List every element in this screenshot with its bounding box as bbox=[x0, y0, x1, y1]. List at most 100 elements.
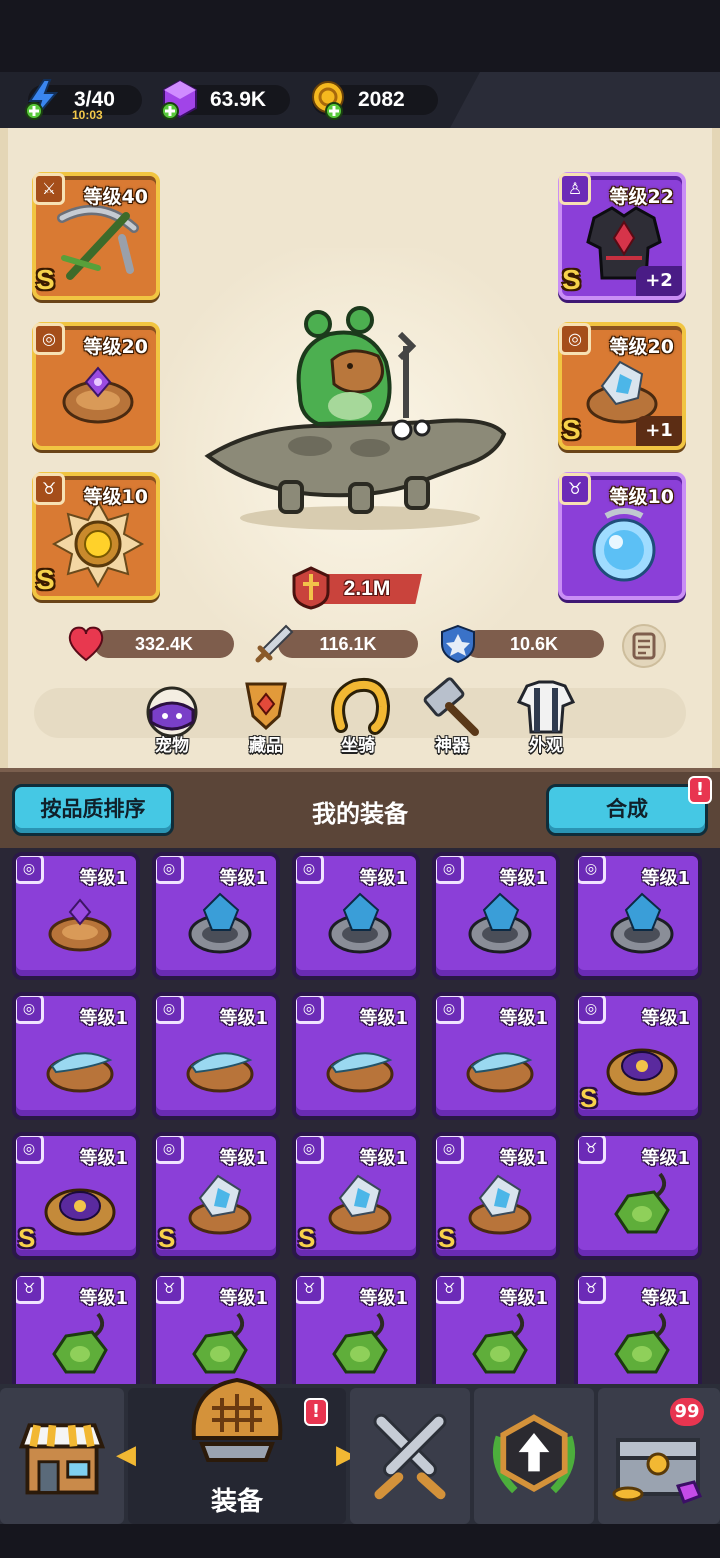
nav-mount[interactable]: 坐骑 bbox=[318, 676, 398, 756]
ring-type-tag: ◎ bbox=[33, 323, 65, 355]
purple-gem-ring-icon bbox=[606, 1048, 678, 1096]
chevron-left-icon: ◀ bbox=[116, 1440, 136, 1470]
nav-outfit-label: 外观 bbox=[529, 736, 563, 756]
purple-gem-ring-icon bbox=[44, 1188, 116, 1236]
equipment-item[interactable]: ◎ 等级1 S bbox=[152, 1132, 280, 1260]
wing-ring-icon bbox=[466, 1052, 534, 1093]
chest-count-badge: 99 bbox=[670, 1398, 704, 1426]
equipment-item[interactable]: ◎ 等级1 S bbox=[574, 992, 702, 1120]
amulet-slot[interactable]: ♉ 等级10 S bbox=[32, 472, 160, 600]
equipment-item[interactable]: ◎ 等级1 S bbox=[432, 1132, 560, 1260]
equipment-item[interactable]: ◎ 等级1 bbox=[432, 852, 560, 980]
coins-counter[interactable]: 2082 bbox=[312, 81, 438, 120]
item-level: 等级1 bbox=[499, 868, 548, 889]
tab-shop[interactable] bbox=[0, 1388, 124, 1524]
item-level: 等级1 bbox=[219, 1148, 268, 1169]
item-rank: S bbox=[298, 1223, 316, 1253]
equipment-item[interactable]: ◎ 等级1 bbox=[432, 992, 560, 1120]
crystal-gold-ring-icon bbox=[468, 1174, 532, 1235]
nav-outfit[interactable]: 外观 bbox=[506, 676, 586, 756]
weapon-slot[interactable]: ⚔ 等级40 S bbox=[32, 172, 160, 300]
tab-chest[interactable]: 99 bbox=[598, 1388, 720, 1524]
equipment-item[interactable]: ◎ 等级1 bbox=[152, 992, 280, 1120]
tab-upgrade[interactable] bbox=[474, 1388, 594, 1524]
sword-icon bbox=[255, 624, 294, 663]
tab-battle[interactable] bbox=[350, 1388, 470, 1524]
item-rank: S bbox=[438, 1223, 456, 1253]
ring-type-tag: ◎ bbox=[296, 1136, 324, 1164]
character-panel: ⚔ 等级40 S ◎ 等级20 ♉ 等级10 S ♙ 等级22 S +2 ◎ 等… bbox=[0, 128, 720, 768]
gems-counter[interactable]: 63.9K bbox=[161, 79, 290, 120]
crystal-gold-ring-icon bbox=[188, 1174, 252, 1235]
armor-slot[interactable]: ♙ 等级22 S +2 bbox=[558, 172, 686, 300]
item-level: 等级1 bbox=[641, 868, 690, 889]
armor-type-tag: ♙ bbox=[559, 173, 591, 205]
slot-level: 等级40 bbox=[83, 186, 148, 208]
wing-ring-icon bbox=[326, 1052, 394, 1093]
orb-amulet-icon bbox=[592, 508, 656, 582]
equipment-item[interactable]: ♉ 等级1 bbox=[432, 1272, 560, 1384]
ring-type-tag: ◎ bbox=[559, 323, 591, 355]
nav-collection[interactable]: 藏品 bbox=[226, 676, 306, 756]
item-level: 等级1 bbox=[79, 1288, 128, 1309]
hp-value: 332.4K bbox=[134, 634, 194, 654]
amulet-type-tag: ♉ bbox=[436, 1276, 464, 1304]
ring-type-tag: ◎ bbox=[296, 856, 324, 884]
equipment-item[interactable]: ♉ 等级1 bbox=[12, 1272, 140, 1384]
upgrade-arrow-icon bbox=[492, 1414, 576, 1494]
amulet-type-tag: ♉ bbox=[156, 1276, 184, 1304]
stats-detail-button[interactable] bbox=[622, 624, 666, 668]
gems-value: 63.9K bbox=[210, 88, 267, 111]
equipment-item[interactable]: ◎ 等级1 bbox=[152, 852, 280, 980]
amulet-type-tag: ♉ bbox=[33, 473, 65, 505]
equipment-item[interactable]: ◎ 等级1 bbox=[292, 852, 420, 980]
equipment-item[interactable]: ♉ 等级1 bbox=[292, 1272, 420, 1384]
item-level: 等级1 bbox=[359, 1288, 408, 1309]
item-rank: S bbox=[158, 1223, 176, 1253]
sort-by-quality-button[interactable]: 按品质排序 bbox=[12, 784, 174, 836]
ring-slot-right[interactable]: ◎ 等级20 S +1 bbox=[558, 322, 686, 450]
blue-crystal-ring-icon bbox=[328, 892, 392, 954]
slot-level: 等级20 bbox=[83, 336, 148, 358]
slot-rank: S bbox=[36, 564, 55, 595]
crystal-gold-ring-icon bbox=[328, 1174, 392, 1235]
item-level: 等级1 bbox=[359, 1148, 408, 1169]
pet-egg-icon bbox=[146, 686, 198, 738]
nav-artifact[interactable]: 神器 bbox=[412, 676, 492, 756]
equipment-item[interactable]: ◎ 等级1 bbox=[12, 992, 140, 1120]
item-level: 等级1 bbox=[219, 1008, 268, 1029]
wing-ring-icon bbox=[186, 1052, 254, 1093]
merge-button[interactable]: 合成 bbox=[546, 784, 708, 836]
energy-counter[interactable]: 3/40 10:03 bbox=[25, 79, 142, 122]
amulet-slot-right[interactable]: ♉ 等级10 bbox=[558, 472, 686, 600]
equipment-item[interactable]: ◎ 等级1 S bbox=[12, 1132, 140, 1260]
equipment-item[interactable]: ♉ 等级1 bbox=[574, 1132, 702, 1260]
resource-bar: 3/40 10:03 63.9K 2082 bbox=[0, 72, 720, 128]
ring-type-tag: ◎ bbox=[16, 1136, 44, 1164]
enhance-bonus: +2 bbox=[636, 266, 682, 296]
shop-icon bbox=[18, 1423, 106, 1495]
blue-crystal-ring-icon bbox=[468, 892, 532, 954]
nav-pet[interactable]: 宠物 bbox=[132, 676, 212, 756]
item-level: 等级1 bbox=[359, 868, 408, 889]
slot-rank: S bbox=[562, 414, 581, 445]
ring-slot[interactable]: ◎ 等级20 bbox=[32, 322, 160, 450]
attack-value: 116.1K bbox=[319, 634, 377, 654]
equipment-item[interactable]: ♉ 等级1 bbox=[574, 1272, 702, 1384]
equipment-item[interactable]: ◎ 等级1 S bbox=[292, 1132, 420, 1260]
ring-type-tag: ◎ bbox=[156, 1136, 184, 1164]
hp-stat: 332.4K bbox=[68, 626, 234, 662]
item-level: 等级1 bbox=[499, 1148, 548, 1169]
equipment-item[interactable]: ◎ 等级1 bbox=[292, 992, 420, 1120]
wing-ring-icon bbox=[46, 1052, 114, 1093]
nav-artifact-label: 神器 bbox=[435, 736, 469, 756]
amber-ring-icon bbox=[48, 898, 112, 952]
weapon-type-tag: ⚔ bbox=[33, 173, 65, 205]
crossbow-icon bbox=[57, 205, 139, 280]
equipment-item[interactable]: ◎ 等级1 bbox=[12, 852, 140, 980]
slot-level: 等级22 bbox=[609, 186, 674, 208]
tab-equipment[interactable]: 装备 ! ◀ ▶ bbox=[116, 1377, 356, 1524]
lightning-plus-icon bbox=[25, 79, 59, 120]
equipment-item[interactable]: ◎ 等级1 bbox=[574, 852, 702, 980]
slot-level: 等级10 bbox=[609, 486, 674, 508]
